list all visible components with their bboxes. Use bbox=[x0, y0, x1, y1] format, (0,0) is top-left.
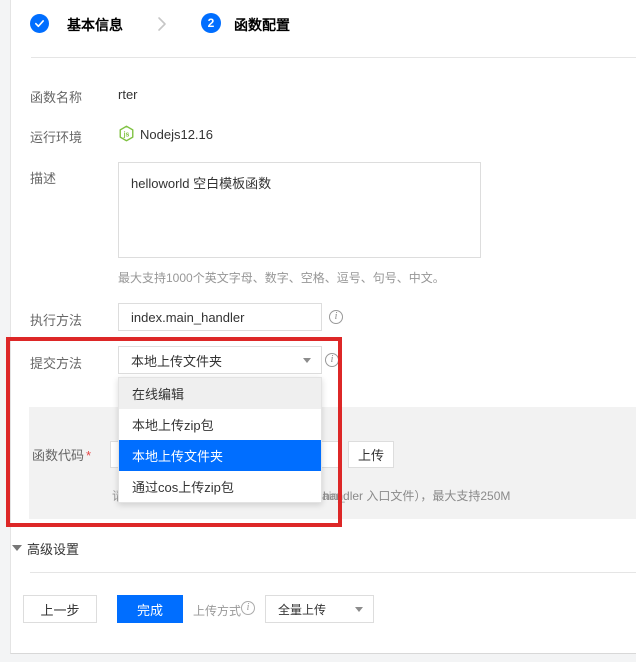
submit-method-label: 提交方法 bbox=[30, 353, 82, 372]
step2-number-badge: 2 bbox=[201, 13, 221, 33]
code-hint-visible-part: handler 入口文件），最大支持250M bbox=[323, 487, 510, 504]
upload-mode-label: 上传方式 bbox=[193, 602, 241, 619]
menu-item-upload-folder[interactable]: 本地上传文件夹 bbox=[119, 440, 321, 471]
menu-item-upload-zip[interactable]: 本地上传zip包 bbox=[119, 409, 321, 440]
check-icon bbox=[34, 18, 45, 29]
upload-mode-caret-icon bbox=[355, 607, 363, 612]
advanced-settings-caret-icon[interactable] bbox=[12, 545, 22, 551]
upload-mode-value: 全量上传 bbox=[278, 601, 326, 618]
function-name-value: rter bbox=[118, 87, 138, 102]
function-code-label: 函数代码* bbox=[32, 445, 91, 464]
function-code-label-text: 函数代码 bbox=[32, 448, 84, 463]
upload-button[interactable]: 上传 bbox=[348, 441, 394, 468]
description-label: 描述 bbox=[30, 168, 56, 187]
finish-button[interactable]: 完成 bbox=[117, 595, 183, 623]
function-name-label: 函数名称 bbox=[30, 87, 82, 106]
description-hint: 最大支持1000个英文字母、数字、空格、逗号、句号、中文。 bbox=[118, 269, 445, 286]
runtime-value: Nodejs12.16 bbox=[140, 127, 213, 142]
handler-label: 执行方法 bbox=[30, 310, 82, 329]
footer-divider bbox=[30, 572, 636, 573]
step1-done-icon bbox=[30, 14, 49, 33]
nodejs-icon: js bbox=[118, 125, 135, 142]
step2-label: 函数配置 bbox=[234, 15, 290, 35]
svg-text:js: js bbox=[123, 131, 130, 138]
chevron-right-icon bbox=[156, 15, 168, 33]
function-config-card: 基本信息 2 函数配置 bbox=[10, 0, 636, 654]
step1-label[interactable]: 基本信息 bbox=[67, 15, 123, 35]
description-textarea[interactable]: helloworld 空白模板函数 bbox=[118, 162, 481, 258]
header-divider bbox=[31, 57, 636, 58]
previous-step-button[interactable]: 上一步 bbox=[23, 595, 97, 623]
handler-info-icon[interactable]: i bbox=[329, 310, 343, 324]
caret-down-icon bbox=[303, 358, 311, 363]
submit-method-dropdown-menu: 在线编辑 本地上传zip包 本地上传文件夹 通过cos上传zip包 bbox=[118, 377, 322, 503]
submit-method-select[interactable]: 本地上传文件夹 bbox=[118, 346, 322, 374]
menu-item-cos-zip[interactable]: 通过cos上传zip包 bbox=[119, 471, 321, 502]
advanced-settings-toggle[interactable]: 高级设置 bbox=[27, 539, 79, 558]
step2-number: 2 bbox=[208, 16, 215, 30]
upload-mode-select[interactable]: 全量上传 bbox=[265, 595, 374, 623]
upload-mode-info-icon[interactable]: i bbox=[241, 601, 255, 615]
handler-input[interactable] bbox=[118, 303, 322, 331]
submit-method-value: 本地上传文件夹 bbox=[131, 351, 222, 370]
submit-method-info-icon[interactable]: i bbox=[325, 353, 339, 367]
menu-item-online-edit[interactable]: 在线编辑 bbox=[119, 378, 321, 409]
runtime-label: 运行环境 bbox=[30, 127, 82, 146]
required-asterisk: * bbox=[86, 448, 91, 463]
